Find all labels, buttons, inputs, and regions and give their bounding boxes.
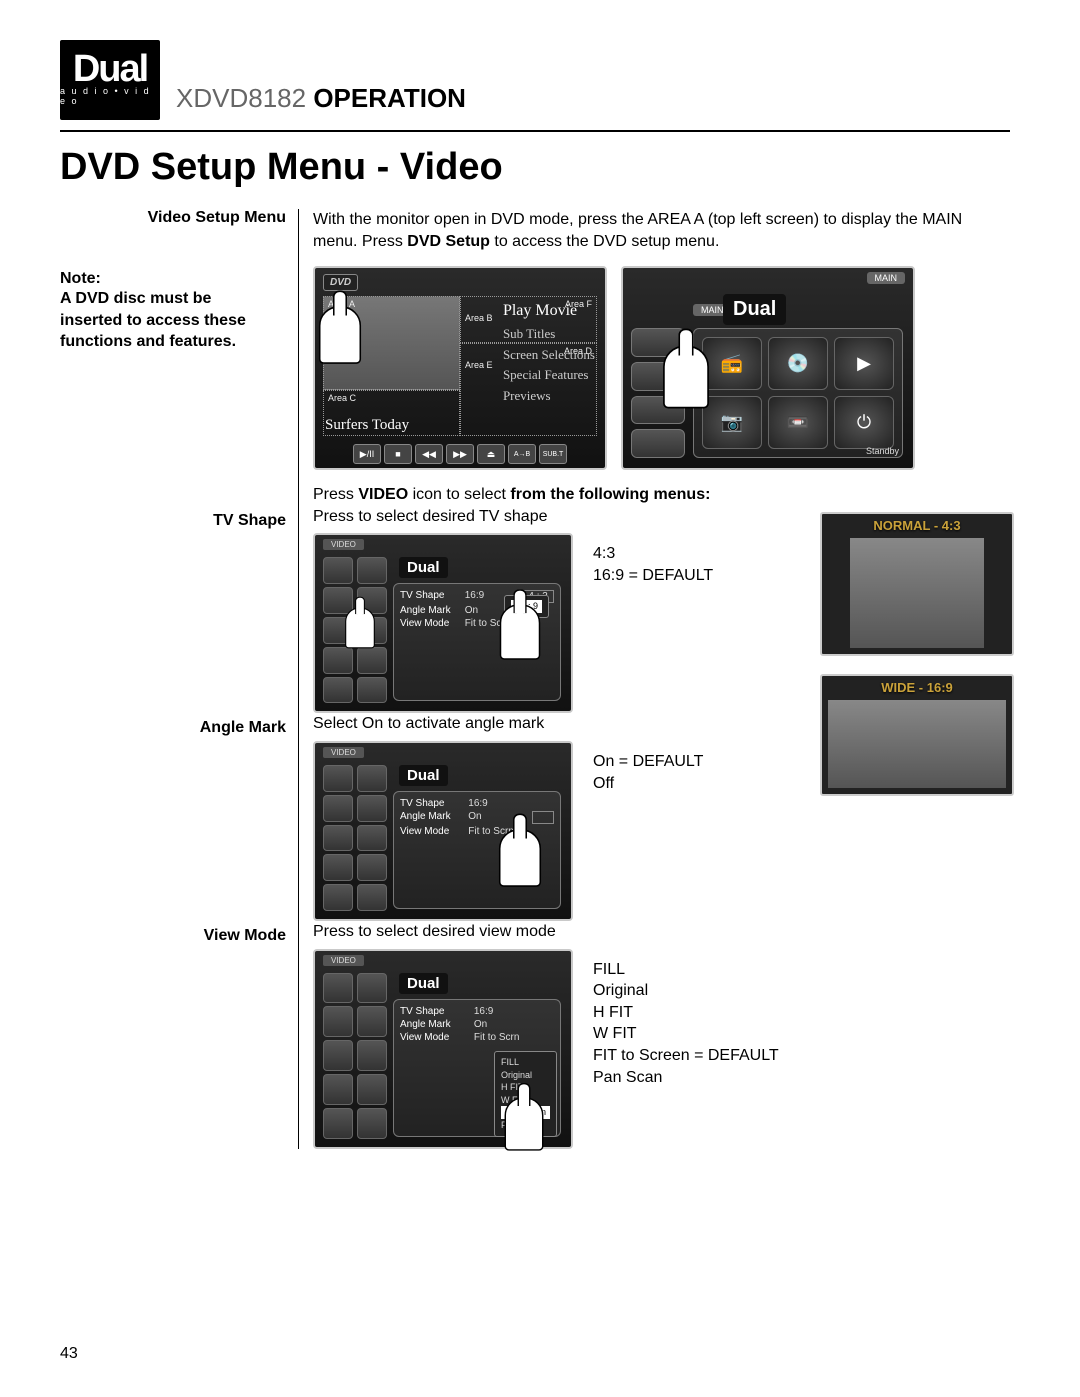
section-heading: DVD Setup Menu - Video (60, 146, 1010, 189)
logo-text: Dual (73, 54, 147, 84)
hand-pointer-icon (345, 608, 375, 649)
brand-logo: Dual a u d i o • v i d e o (60, 40, 160, 120)
logo-sub: a u d i o • v i d e o (60, 86, 160, 106)
viewmode-screenshot: VIDEO Dual TV Shape 16:9 Angle Mark On V… (313, 949, 573, 1149)
hand-pointer-icon (319, 306, 361, 364)
dvd-menu-items: Play Movie Sub Titles Screen Selections … (503, 298, 595, 407)
hand-pointer-icon (500, 605, 541, 661)
standby-label: Standby (866, 446, 899, 456)
viewmode-opt: W FIT (593, 1023, 779, 1045)
dvd-play-screenshot: DVD Area A Area F Area B Area C Area D A… (313, 266, 607, 470)
model-number: XDVD8182 (176, 83, 306, 113)
hand-pointer-icon (663, 346, 709, 409)
anglemark-opt-off: Off (593, 773, 703, 795)
hand-pointer-icon (505, 1097, 544, 1150)
viewmode-opt: FIT to Screen = DEFAULT (593, 1045, 779, 1067)
viewmode-opt: H FIT (593, 1002, 779, 1024)
intro-label: Video Setup Menu (60, 209, 298, 252)
ipod-icon: ▶ (834, 337, 894, 390)
main-tag: MAIN (867, 272, 906, 284)
camera-icon: 📷 (702, 396, 762, 449)
ratio-wide-preview: WIDE - 16:9 (820, 674, 1014, 796)
viewmode-desc: Press to select desired view mode (313, 921, 1010, 943)
note-label: Note: (60, 270, 286, 288)
tvshape-screenshot: VIDEO Dual TV Shape 16:9 4 : 3 Angle Mar… (313, 533, 573, 713)
anglemark-label: Angle Mark (60, 713, 298, 921)
viewmode-label: View Mode (60, 921, 298, 1149)
dvd-footer-label: Surfers Today (325, 417, 409, 434)
header-divider (60, 130, 1010, 132)
viewmode-opt: Pan Scan (593, 1067, 779, 1089)
intro-text: With the monitor open in DVD mode, press… (313, 209, 1010, 252)
note-text: A DVD disc must be inserted to access th… (60, 288, 286, 353)
viewmode-opt: Original (593, 980, 779, 1002)
standby-icon: ⏻ (834, 396, 894, 449)
tvshape-opt-43: 4:3 (593, 543, 713, 565)
page-title: XDVD8182 OPERATION (176, 83, 466, 114)
ratio-normal-preview: NORMAL - 4:3 (820, 512, 1014, 656)
aux-icon: 📼 (768, 396, 828, 449)
main-menu-screenshot: MAIN MAIN Dual 📻 💿 ▶ 📷 📼 ⏻ Standby (621, 266, 915, 470)
brand-label: Dual (723, 294, 786, 325)
anglemark-opt-on: On = DEFAULT (593, 751, 703, 773)
hand-pointer-icon (499, 829, 541, 887)
tvshape-opt-169: 16:9 = DEFAULT (593, 565, 713, 587)
dvd-transport-controls: ▶/II ■ ◀◀ ▶▶ ⏏ A→B SUB.T (353, 444, 567, 464)
video-prompt: Press VIDEO icon to select from the foll… (313, 484, 1010, 506)
anglemark-screenshot: VIDEO Dual TV Shape 16:9 Angle Mark On V… (313, 741, 573, 921)
page-number: 43 (60, 1345, 78, 1363)
viewmode-opt: FILL (593, 959, 779, 981)
disc-icon: 💿 (768, 337, 828, 390)
radio-icon: 📻 (702, 337, 762, 390)
tvshape-label: TV Shape (60, 506, 298, 714)
operation-label: OPERATION (313, 83, 466, 113)
dvd-logo-icon: DVD (323, 274, 358, 291)
